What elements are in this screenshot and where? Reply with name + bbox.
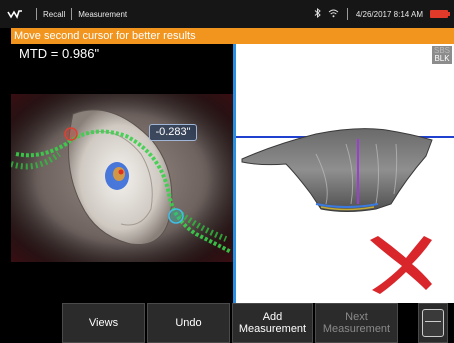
datetime: 4/26/2017 8:14 AM: [355, 9, 423, 19]
depth-label: -0.283": [149, 124, 197, 141]
views-label: Views: [88, 317, 119, 329]
blk-bottom-label: BLK: [434, 54, 450, 63]
status-bar: Recall Measurement 4/26/2017 8:14 AM: [0, 0, 454, 28]
undo-button[interactable]: Undo: [147, 303, 230, 343]
menu-toggle-icon: [422, 309, 444, 337]
image-view-2d[interactable]: MTD = 0.986" -0.283": [11, 44, 233, 303]
measurement-tab[interactable]: Measurement: [78, 10, 127, 19]
add-measurement-label-line1: Add: [262, 311, 283, 323]
point-cloud-view[interactable]: SBS BLK: [236, 44, 454, 303]
status-indicators: 4/26/2017 8:14 AM: [314, 0, 450, 28]
separator: [36, 8, 37, 20]
inspection-image: [11, 94, 233, 262]
next-measurement-label-line2: Measurement: [322, 323, 391, 335]
separator: [346, 8, 348, 20]
wifi-icon: [328, 9, 339, 20]
battery-icon: [430, 10, 450, 18]
recall-tab[interactable]: Recall: [43, 10, 65, 19]
waveform-logo-icon[interactable]: [0, 9, 30, 19]
next-measurement-button[interactable]: Next Measurement: [315, 303, 398, 343]
add-measurement-label-line2: Measurement: [238, 323, 307, 335]
undo-label: Undo: [175, 317, 202, 329]
point-cloud-render: [236, 128, 454, 294]
blk-toggle-button[interactable]: SBS BLK: [432, 46, 452, 64]
menu-toggle-button[interactable]: [418, 303, 448, 343]
add-measurement-button[interactable]: Add Measurement: [232, 303, 313, 343]
views-button[interactable]: Views: [62, 303, 145, 343]
red-x-icon: [370, 236, 432, 294]
separator: [71, 8, 73, 20]
bluetooth-icon: [314, 7, 321, 20]
next-measurement-label-line1: Next: [345, 311, 368, 323]
instruction-banner: Move second cursor for better results: [11, 28, 454, 44]
mtd-readout: MTD = 0.986": [19, 46, 100, 61]
